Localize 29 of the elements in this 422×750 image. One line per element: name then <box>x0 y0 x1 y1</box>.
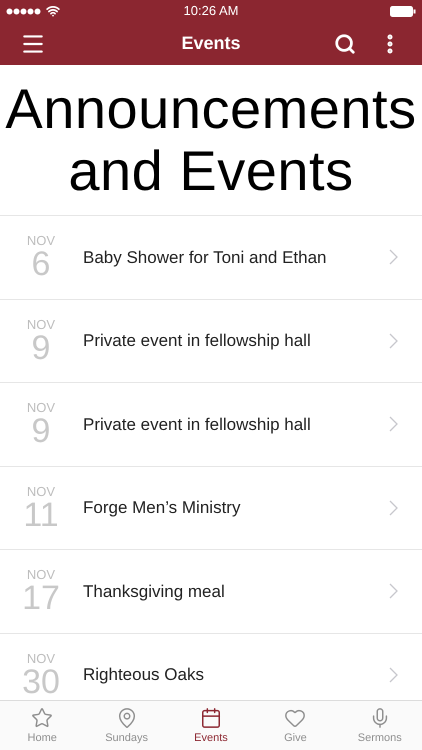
event-month: NOV <box>26 234 56 248</box>
nav-title: Events <box>181 32 241 55</box>
calendar-icon <box>200 707 222 729</box>
wifi-icon <box>46 4 60 18</box>
status-time: 10:26 AM <box>184 2 238 20</box>
chevron-icon <box>389 332 398 349</box>
chevron-icon <box>389 666 398 683</box>
event-month: NOV <box>26 401 56 416</box>
chevron-icon <box>389 500 398 516</box>
event-title: Private event in fellowship hall <box>83 414 312 436</box>
battery-icon <box>390 6 416 16</box>
heart-icon <box>284 707 306 729</box>
event-month: NOV <box>26 568 56 582</box>
chevron-icon <box>389 583 398 600</box>
event-title: Thanksgiving meal <box>83 580 226 602</box>
chevron-icon <box>389 249 398 266</box>
event-title: Private event in fellowship hall <box>83 330 312 352</box>
page-heading: Announcements and Events <box>4 76 418 204</box>
search-icon[interactable] <box>334 32 356 54</box>
signal-icon <box>6 8 42 14</box>
event-month: NOV <box>26 652 56 666</box>
star-icon <box>31 707 54 729</box>
event-month: NOV <box>26 484 56 499</box>
event-title: Baby Shower for Toni and Ethan <box>83 246 328 268</box>
event-month: NOV <box>26 318 56 332</box>
event-title: Righteous Oaks <box>83 664 205 686</box>
tab-item[interactable]: Events <box>168 701 254 750</box>
chevron-icon <box>389 416 398 432</box>
event-title: Forge Men’s Ministry <box>83 497 242 519</box>
